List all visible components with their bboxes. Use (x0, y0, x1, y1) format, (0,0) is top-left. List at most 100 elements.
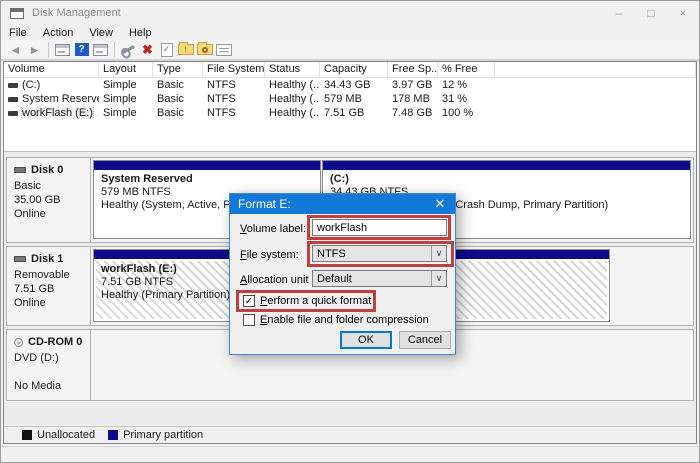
forward-arrow-icon: ► (29, 44, 41, 56)
legend-primary-label: Primary partition (123, 429, 203, 441)
cell-capacity: 579 MB (320, 93, 388, 105)
menu-action[interactable]: Action (35, 27, 82, 39)
primary-partition-strip (323, 161, 690, 170)
cell-layout: Simple (99, 107, 153, 119)
back-button[interactable]: ◄ (6, 41, 25, 58)
delete-button[interactable]: ✖ (138, 41, 157, 58)
console-tree-button[interactable] (53, 41, 72, 58)
menu-help[interactable]: Help (121, 27, 160, 39)
quick-format-label: Perform a quick format (260, 295, 371, 307)
cell-status: Healthy (... (265, 79, 320, 91)
cell-layout: Simple (99, 93, 153, 105)
format-dialog: Format E: ✕ Volume label: workFlash File… (229, 193, 456, 355)
task-check-button[interactable]: ✓ (157, 41, 176, 58)
cell-pct: 100 % (438, 107, 495, 119)
cell-free: 178 MB (388, 93, 438, 105)
disk-name: Disk 1 (31, 252, 63, 266)
column-pct-free[interactable]: % Free (438, 62, 495, 77)
dialog-title-bar[interactable]: Format E: ✕ (230, 194, 455, 214)
document-check-icon: ✓ (161, 43, 173, 57)
allocation-unit-select[interactable]: Default ∨ (312, 270, 447, 287)
minimize-button[interactable]: – (603, 1, 635, 25)
details-list-icon (216, 44, 232, 56)
folder-search-button[interactable] (195, 41, 214, 58)
checkbox-checked-icon[interactable]: ✓ (243, 295, 255, 307)
quick-format-checkbox[interactable]: ✓ Perform a quick format (243, 295, 371, 307)
disk-type: Basic (14, 179, 90, 193)
show-hide-button[interactable] (91, 41, 110, 58)
volume-disk-icon (8, 111, 18, 116)
cdrom-drive-letter: DVD (D:) (14, 351, 90, 365)
file-system-label: File system: (240, 249, 299, 261)
volume-name: System Reserved (22, 93, 99, 105)
tools-button[interactable] (119, 41, 138, 58)
partition-title: System Reserved (101, 173, 320, 186)
dialog-close-icon[interactable]: ✕ (425, 194, 455, 214)
file-system-select[interactable]: NTFS ∨ (312, 245, 447, 262)
chevron-down-icon[interactable]: ∨ (431, 271, 446, 286)
column-capacity[interactable]: Capacity (320, 62, 388, 77)
close-button[interactable]: × (667, 1, 699, 25)
volume-table-header: Volume Layout Type File System Status Ca… (4, 62, 696, 78)
cdrom-0-label[interactable]: CD-ROM 0 DVD (D:) No Media (7, 330, 91, 400)
ok-button[interactable]: OK (340, 331, 392, 349)
column-volume[interactable]: Volume (4, 62, 99, 77)
cell-pct: 12 % (438, 79, 495, 91)
disk-type: Removable (14, 268, 90, 282)
back-arrow-icon: ◄ (10, 44, 22, 56)
maximize-button[interactable]: □ (635, 1, 667, 25)
volume-disk-icon (8, 97, 18, 102)
column-free-space[interactable]: Free Sp... (388, 62, 438, 77)
disk-1-label[interactable]: Disk 1 Removable 7.51 GB Online (7, 247, 91, 325)
help-icon: ? (75, 43, 89, 56)
help-button[interactable]: ? (72, 41, 91, 58)
cell-free: 3.97 GB (388, 79, 438, 91)
disk-size: 7.51 GB (14, 282, 90, 296)
menu-view[interactable]: View (81, 27, 121, 39)
disk-name: Disk 0 (31, 163, 63, 177)
table-row[interactable]: (C:) Simple Basic NTFS Healthy (... 34.4… (4, 78, 696, 92)
menu-bar: File Action View Help (1, 25, 699, 40)
disk-name: CD-ROM 0 (28, 335, 82, 349)
table-row[interactable]: System Reserved Simple Basic NTFS Health… (4, 92, 696, 106)
disk-status: Online (14, 207, 90, 221)
delete-x-icon: ✖ (142, 43, 153, 56)
cell-fs: NTFS (203, 79, 265, 91)
column-layout[interactable]: Layout (99, 62, 153, 77)
status-bar (1, 446, 699, 462)
primary-partition-strip (94, 161, 320, 170)
disk-size: 35.00 GB (14, 193, 90, 207)
compression-label: Enable file and folder compression (260, 314, 429, 326)
cell-layout: Simple (99, 79, 153, 91)
cell-type: Basic (153, 79, 203, 91)
forward-button[interactable]: ► (25, 41, 44, 58)
checkbox-unchecked-icon[interactable] (243, 314, 255, 326)
column-file-system[interactable]: File System (203, 62, 265, 77)
chevron-down-icon[interactable]: ∨ (431, 246, 446, 261)
folder-up-button[interactable]: ↑ (176, 41, 195, 58)
column-status[interactable]: Status (265, 62, 320, 77)
volume-label-value: workFlash (317, 222, 367, 234)
cell-capacity: 34.43 GB (320, 79, 388, 91)
file-system-value: NTFS (317, 248, 346, 260)
compression-checkbox[interactable]: Enable file and folder compression (243, 314, 429, 326)
column-filler (495, 62, 696, 77)
volume-label-label: Volume label: (240, 223, 306, 235)
column-type[interactable]: Type (153, 62, 203, 77)
window-title: Disk Management (32, 7, 121, 19)
disk-0-label[interactable]: Disk 0 Basic 35.00 GB Online (7, 158, 91, 242)
cancel-button[interactable]: Cancel (399, 331, 451, 349)
cell-status: Healthy (... (265, 107, 320, 119)
table-row-selected[interactable]: workFlash (E:) Simple Basic NTFS Healthy… (4, 106, 696, 120)
dialog-title: Format E: (230, 197, 291, 211)
title-bar: Disk Management – □ × (1, 1, 699, 25)
legend-bar: Unallocated Primary partition (4, 426, 696, 443)
details-button[interactable] (214, 41, 233, 58)
cell-fs: NTFS (203, 107, 265, 119)
volume-label-input[interactable]: workFlash (312, 219, 447, 236)
menu-file[interactable]: File (1, 27, 35, 39)
cell-pct: 31 % (438, 93, 495, 105)
cdrom-media-status: No Media (14, 379, 90, 393)
cd-disc-icon (14, 338, 23, 347)
toolbar-separator (114, 42, 115, 57)
